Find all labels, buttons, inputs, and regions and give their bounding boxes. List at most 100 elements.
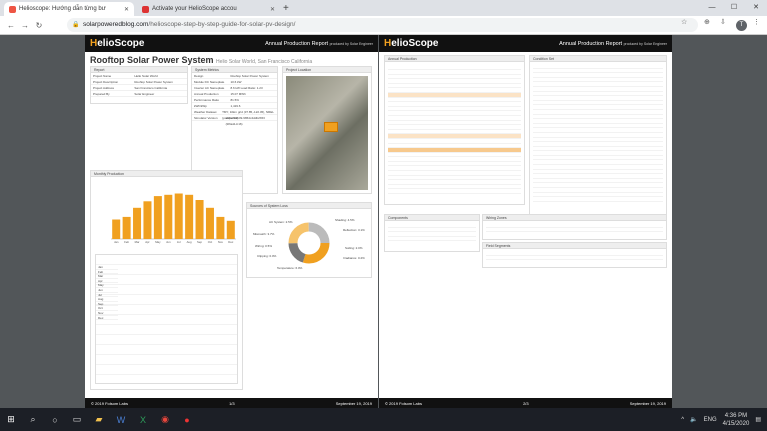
bar-May bbox=[153, 196, 162, 239]
loss-label: Soiling: 2.0% bbox=[345, 246, 363, 250]
report-page-1: HelioScope Annual Production Report prod… bbox=[85, 35, 378, 408]
tick-label: Oct bbox=[208, 240, 213, 244]
url-path: /helioscope-step-by-step-guide-for-solar… bbox=[148, 21, 296, 28]
report-key: Project Address bbox=[93, 86, 115, 90]
clock-time: 4:36 PM bbox=[724, 412, 748, 419]
loss-label: Shading: 4.5% bbox=[335, 218, 355, 222]
extension-icon[interactable]: ⊕ bbox=[704, 18, 710, 26]
helioscope-logo: HelioScope bbox=[384, 38, 439, 49]
windows-taskbar: ⊞ ⌕ ○ ▭ ▰ W X ◉ ● ^ 🔈 ENG 4:36 PM 4/15/2… bbox=[0, 408, 767, 431]
page-footer: © 2019 Folsom Labs 1/3 September 19, 201… bbox=[85, 398, 378, 408]
main-title: Rooftop Solar Power System bbox=[90, 55, 214, 65]
section-heading: Project Location bbox=[283, 67, 371, 73]
loss-label: Temperature: 6.0% bbox=[277, 266, 303, 270]
loss-label: Reflection: 3.1% bbox=[343, 228, 365, 232]
tick-label: Sep bbox=[197, 240, 202, 244]
report-rows: Project Name Hello Solar World Project Des… bbox=[91, 73, 187, 97]
url-domain: solarpoweredblog.com bbox=[83, 21, 149, 28]
address-bar[interactable]: 🔒 solarpoweredblog.com/helioscope-step-b… bbox=[67, 18, 698, 32]
components-box: Components bbox=[384, 214, 480, 252]
report-subtitle: produced by Solar Engineer bbox=[329, 41, 373, 46]
page-footer: © 2019 Folsom Labs 2/3 September 19, 201… bbox=[379, 398, 672, 408]
chevron-up-icon[interactable]: ^ bbox=[681, 417, 684, 423]
clock[interactable]: 4:36 PM 4/15/2020 bbox=[723, 412, 750, 428]
metric-rows: Design Rooftop Solar Power System Module D… bbox=[192, 73, 277, 126]
search-icon[interactable]: ⌕ bbox=[22, 408, 44, 431]
download-icon[interactable]: ⇩ bbox=[720, 18, 726, 26]
metric-value: 1,419.6 bbox=[230, 104, 241, 108]
tab-strip: Helioscope: Hướng dẫn từng bư ✕ Activate… bbox=[0, 0, 767, 16]
report-value: Solar Engineer bbox=[134, 92, 155, 96]
favicon-icon bbox=[9, 5, 16, 13]
report-value: Rooftop Solar Power System bbox=[134, 80, 173, 84]
loss-donut-chart: AC System: 2.5% Shading: 4.5% Reflection: … bbox=[253, 218, 365, 270]
chrome-icon[interactable]: ◉ bbox=[154, 408, 176, 431]
tick-label: Jul bbox=[177, 240, 181, 244]
bar-Dec bbox=[226, 220, 235, 239]
volume-icon[interactable]: 🔈 bbox=[690, 416, 697, 423]
metric-key: Inverter AC Nameplate bbox=[194, 86, 225, 90]
monthly-box: Monthly Production Jan Feb Mar Apr May Jun Jul… bbox=[90, 170, 243, 390]
windows-start-icon[interactable]: ⊞ bbox=[0, 408, 22, 431]
file-explorer-icon[interactable]: ▰ bbox=[88, 408, 110, 431]
close-window-icon[interactable]: ✕ bbox=[745, 0, 767, 16]
tab-activate[interactable]: Activate your HelioScope accou ✕ bbox=[137, 2, 280, 16]
star-icon[interactable]: ☆ bbox=[681, 18, 687, 26]
minimize-icon[interactable]: — bbox=[701, 0, 723, 16]
metric-value: 15.07 MWh bbox=[230, 92, 246, 96]
month-label: Dec bbox=[96, 316, 118, 321]
word-icon[interactable]: W bbox=[110, 408, 132, 431]
report-title: Annual Production Report bbox=[559, 40, 623, 47]
metric-value: 8.6 kW Load Ratio: 1.23 bbox=[230, 86, 263, 90]
metric-key: Simulator Version bbox=[194, 116, 218, 120]
bar-Sep bbox=[195, 200, 204, 239]
language-indicator[interactable]: ENG bbox=[704, 417, 717, 423]
forward-icon[interactable]: → bbox=[18, 21, 32, 30]
bar-Jul bbox=[174, 193, 183, 239]
cortana-icon[interactable]: ○ bbox=[44, 408, 66, 431]
new-tab-button[interactable]: + bbox=[283, 3, 289, 14]
maximize-icon[interactable]: ☐ bbox=[723, 0, 745, 16]
page-number: 2/3 bbox=[523, 400, 529, 406]
annual-box: Annual Production bbox=[384, 55, 525, 205]
back-icon[interactable]: ← bbox=[4, 21, 18, 30]
notification-icon[interactable]: ▤ bbox=[755, 416, 761, 423]
report-key: Prepared By bbox=[93, 92, 110, 96]
footer-date: September 19, 2019 bbox=[629, 400, 666, 406]
app-icon[interactable]: ● bbox=[176, 408, 198, 431]
report-key: Project Description bbox=[93, 80, 119, 84]
tick-label: Mar bbox=[135, 240, 140, 244]
bar-Mar bbox=[133, 207, 142, 239]
page-header: HelioScope Annual Production Report prod… bbox=[85, 35, 378, 52]
monthly-production-chart: Jan Feb Mar Apr May Jun Jul Aug Sep Oct Nov Dec bbox=[111, 193, 236, 244]
task-view-icon[interactable]: ▭ bbox=[66, 408, 88, 431]
metric-value: 10.6 kW bbox=[230, 80, 242, 84]
clock-date: 4/15/2020 bbox=[722, 420, 750, 427]
metric-key: Performance Ratio bbox=[194, 98, 220, 102]
report-title: Annual Production Report bbox=[265, 40, 329, 47]
excel-icon[interactable]: X bbox=[132, 408, 154, 431]
lock-icon: 🔒 bbox=[72, 22, 80, 28]
location-text: Helio Solar World, San Francisco Califor… bbox=[216, 59, 313, 65]
gmail-icon bbox=[142, 5, 149, 13]
loss-label: Clipping: 0.0% bbox=[257, 254, 277, 258]
condition-box: Condition Set bbox=[529, 55, 667, 215]
wiring-box: Wiring Zones bbox=[482, 214, 667, 240]
menu-icon[interactable]: ⋮ bbox=[753, 18, 760, 26]
tab-title: Activate your HelioScope accou bbox=[152, 6, 237, 12]
page-header: HelioScope Annual Production Report prod… bbox=[379, 35, 672, 52]
report-box: Report Project Name Hello Solar World Proj… bbox=[90, 66, 188, 104]
metric-value: 81.5% bbox=[230, 98, 239, 102]
metric-key: Annual Production bbox=[194, 92, 219, 96]
reload-icon[interactable]: ↻ bbox=[32, 21, 46, 30]
metric-row: Simulator Version a57e0b9b09-9864c4ddb2b5… bbox=[192, 115, 277, 126]
metric-value: TMY, 10km grid (37.85,-122.45), NREL (pr… bbox=[222, 110, 274, 120]
tick-label: Jun bbox=[166, 240, 171, 244]
close-tab-icon[interactable]: ✕ bbox=[124, 6, 129, 13]
system-tray: ^ 🔈 ENG 4:36 PM 4/15/2020 ▤ bbox=[681, 408, 761, 431]
tick-label: Dec bbox=[228, 240, 234, 244]
tab-helioscope[interactable]: Helioscope: Hướng dẫn từng bư ✕ bbox=[4, 2, 134, 16]
profile-avatar[interactable]: T bbox=[736, 20, 747, 31]
close-tab-icon[interactable]: ✕ bbox=[270, 6, 275, 13]
metric-key: kWh/kWp bbox=[194, 104, 207, 108]
